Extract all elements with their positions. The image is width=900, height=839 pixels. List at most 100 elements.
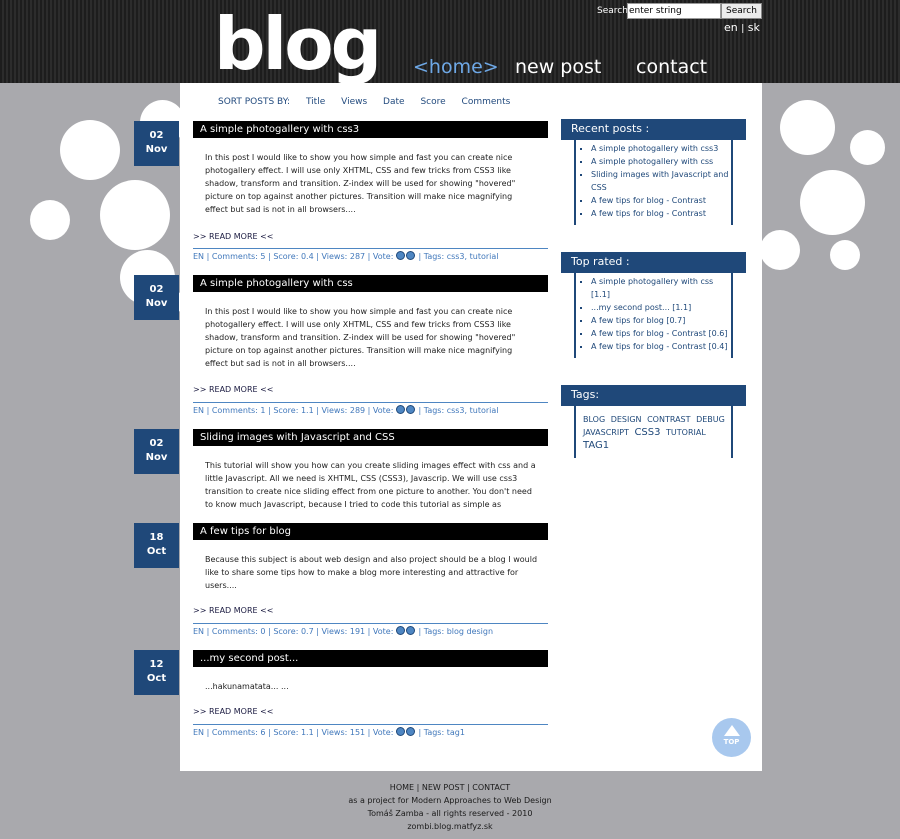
footer-contact-link[interactable]: CONTACT (472, 783, 510, 792)
tag-link[interactable]: TAG1 (583, 440, 609, 451)
footer-line: as a project for Modern Approaches to We… (348, 796, 552, 805)
vote-up-icon[interactable] (395, 626, 405, 635)
language-switcher: en | sk (724, 21, 760, 34)
recent-post-link[interactable]: A few tips for blog - Contrast (591, 194, 729, 207)
footer-links: HOME | NEW POST | CONTACT (0, 783, 900, 792)
top-rated-link[interactable]: A few tips for blog - Contrast [0.6] (591, 327, 729, 340)
recent-post-link[interactable]: A simple photogallery with css3 (591, 142, 729, 155)
read-more-link[interactable]: >> READ MORE << (193, 232, 274, 241)
post-excerpt: This tutorial will show you how can you … (205, 461, 536, 509)
post-day: 18 (149, 532, 164, 543)
sort-score[interactable]: Score (420, 97, 445, 107)
post-score: Score: 0.4 (273, 252, 314, 261)
post-tags[interactable]: Tags: tag1 (424, 728, 465, 737)
post-views: Views: 191 (321, 627, 366, 636)
footer-copyright: Tomáš Zamba - all rights reserved - 2010 (367, 809, 533, 818)
tag-link[interactable]: DESIGN (611, 415, 642, 424)
read-more-link[interactable]: >> READ MORE << (193, 707, 274, 716)
post-month: Nov (145, 144, 168, 155)
nav-home[interactable]: <home> (413, 56, 499, 78)
post-comments[interactable]: Comments: 5 (212, 252, 266, 261)
top-rated-link[interactable]: A few tips for blog [0.7] (591, 314, 729, 327)
post-meta: EN | Comments: 6 | Score: 1.1 | Views: 1… (193, 724, 548, 737)
post-excerpt: ...hakunamatata... ... (205, 682, 289, 691)
recent-posts-heading: Recent posts : (561, 119, 746, 140)
search-input[interactable] (627, 3, 721, 19)
post-meta: EN | Comments: 5 | Score: 0.4 | Views: 2… (193, 248, 548, 261)
post-tags[interactable]: Tags: css3, tutorial (424, 252, 499, 261)
post-comments[interactable]: Comments: 0 (212, 627, 266, 636)
post-score: Score: 0.7 (273, 627, 314, 636)
post-month: Oct (146, 673, 167, 684)
post-score: Score: 1.1 (273, 406, 314, 415)
post-views: Views: 289 (321, 406, 366, 415)
post-title[interactable]: Sliding images with Javascript and CSS (193, 429, 548, 446)
recent-post-link[interactable]: A few tips for blog - Contrast (591, 207, 729, 220)
read-more-link[interactable]: >> READ MORE << (193, 385, 274, 394)
recent-posts-widget: Recent posts : A simple photogallery wit… (561, 119, 746, 225)
top-rated-link[interactable]: A simple photogallery with css [1.1] (591, 275, 729, 301)
blog-logo[interactable]: blog (214, 6, 382, 82)
post-day: 02 (149, 438, 164, 449)
vote-up-icon[interactable] (395, 727, 405, 736)
vote-down-icon[interactable] (405, 251, 415, 260)
sort-views[interactable]: Views (341, 97, 367, 107)
post-title[interactable]: ...my second post... (193, 650, 548, 667)
footer-separator: | (416, 783, 420, 792)
post-day: 02 (149, 284, 164, 295)
search-button[interactable]: Search (721, 3, 762, 19)
post-month: Nov (145, 298, 168, 309)
top-rated-heading: Top rated : (561, 252, 746, 273)
post-vote-label: Vote: (372, 252, 394, 261)
post-tags[interactable]: Tags: blog design (424, 627, 493, 636)
sort-date[interactable]: Date (383, 97, 405, 107)
tag-link[interactable]: TUTORIAL (666, 428, 706, 437)
sort-bar: SORT POSTS BY: Title Views Date Score Co… (218, 97, 523, 107)
post-comments[interactable]: Comments: 1 (212, 406, 266, 415)
sort-label: SORT POSTS BY: (218, 97, 291, 107)
tag-link[interactable]: DEBUG (696, 415, 725, 424)
post-lang: EN (193, 406, 205, 415)
post-date: 02 Nov (134, 121, 179, 166)
vote-down-icon[interactable] (405, 727, 415, 736)
post-title[interactable]: A few tips for blog (193, 523, 548, 540)
post-title[interactable]: A simple photogallery with css3 (193, 121, 548, 138)
lang-sk-link[interactable]: sk (748, 21, 760, 34)
tag-link[interactable]: BLOG (583, 415, 605, 424)
post-month: Nov (145, 452, 168, 463)
post-date: 12 Oct (134, 650, 179, 695)
lang-en-link[interactable]: en (724, 21, 738, 34)
vote-up-icon[interactable] (395, 251, 405, 260)
vote-down-icon[interactable] (405, 626, 415, 635)
recent-post-link[interactable]: A simple photogallery with css (591, 155, 729, 168)
post-title[interactable]: A simple photogallery with css (193, 275, 548, 292)
back-to-top-label: TOP (723, 738, 740, 746)
recent-post-link[interactable]: Sliding images with Javascript and CSS (591, 168, 729, 194)
tag-link[interactable]: JAVASCRIPT (583, 428, 629, 437)
top-rated-link[interactable]: A few tips for blog - Contrast [0.4] (591, 340, 729, 353)
arrow-up-icon (723, 725, 740, 736)
sort-title[interactable]: Title (306, 97, 325, 107)
post-lang: EN (193, 252, 205, 261)
sort-comments[interactable]: Comments (462, 97, 511, 107)
tag-link[interactable]: CSS3 (634, 427, 660, 438)
post-comments[interactable]: Comments: 6 (212, 728, 266, 737)
vote-up-icon[interactable] (395, 405, 405, 414)
post-views: Views: 287 (321, 252, 366, 261)
post-vote-label: Vote: (372, 627, 394, 636)
nav-contact[interactable]: contact (636, 56, 707, 78)
nav-new-post[interactable]: new post (515, 56, 601, 78)
read-more-link[interactable]: >> READ MORE << (193, 606, 274, 615)
post-tags[interactable]: Tags: css3, tutorial (424, 406, 499, 415)
post-score: Score: 1.1 (273, 728, 314, 737)
tag-link[interactable]: CONTRAST (647, 415, 690, 424)
search-label: Search (597, 6, 628, 16)
back-to-top-button[interactable]: TOP (712, 718, 751, 757)
top-rated-widget: Top rated : A simple photogallery with c… (561, 252, 746, 358)
vote-down-icon[interactable] (405, 405, 415, 414)
footer-home-link[interactable]: HOME (390, 783, 414, 792)
post-date: 02 Nov (134, 275, 179, 320)
footer-new-post-link[interactable]: NEW POST (422, 783, 465, 792)
top-rated-link[interactable]: ...my second post... [1.1] (591, 301, 729, 314)
post-vote-label: Vote: (372, 406, 394, 415)
